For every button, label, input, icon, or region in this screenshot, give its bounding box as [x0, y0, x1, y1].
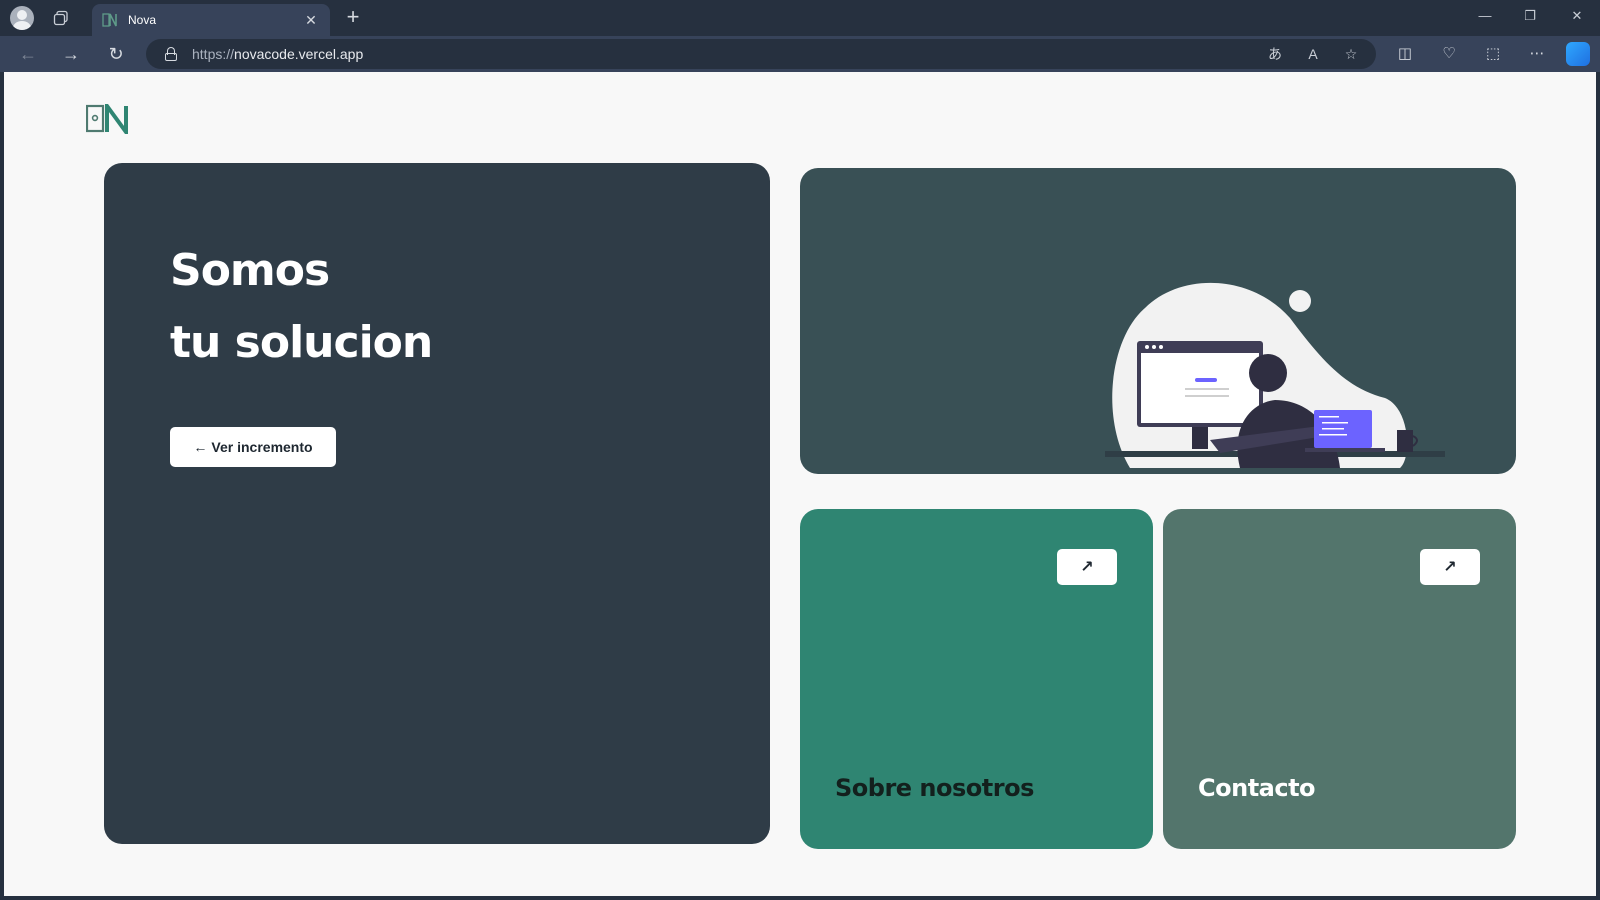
ver-incremento-button[interactable]: ← Ver incremento [170, 427, 336, 467]
copilot-icon[interactable] [1566, 42, 1590, 66]
about-card[interactable]: ↗ Sobre nosotros [800, 509, 1153, 849]
arrow-left-icon: ← [193, 439, 208, 455]
laptop-base [1305, 448, 1385, 452]
browser-tab-bar: Nova ✕ + — ❐ ✕ [0, 0, 1600, 36]
coffee-mug [1397, 430, 1413, 452]
back-arrow-icon[interactable]: ← [14, 41, 42, 67]
ver-incremento-label: Ver incremento [211, 439, 313, 455]
restore-icon[interactable]: ❐ [1515, 8, 1545, 28]
reload-icon[interactable]: ↻ [102, 41, 130, 67]
translate-icon[interactable]: あ [1260, 41, 1290, 67]
tab-title: Nova [128, 13, 157, 27]
moon-circle [1289, 290, 1311, 312]
hero-title-line-1: Somos [170, 245, 330, 296]
address-bar[interactable]: https://novacode.vercel.app あ A ☆ [146, 39, 1376, 69]
workspaces-icon[interactable] [48, 6, 74, 30]
more-icon[interactable]: ⋯ [1522, 41, 1552, 67]
contact-card[interactable]: ↗ Contacto [1163, 509, 1516, 849]
url-text[interactable]: https://novacode.vercel.app [192, 46, 1260, 62]
nova-favicon-icon [102, 12, 118, 28]
new-tab-icon[interactable]: + [340, 5, 366, 31]
close-tab-icon[interactable]: ✕ [302, 12, 320, 29]
monitor-stand [1192, 427, 1208, 449]
contact-card-label: Contacto [1198, 774, 1316, 802]
about-arrow-button[interactable]: ↗ [1057, 549, 1117, 585]
hero-title: Somos tu solucion [170, 235, 433, 379]
illustration-card [800, 168, 1516, 474]
contact-arrow-button[interactable]: ↗ [1420, 549, 1480, 585]
arrow-up-right-icon: ↗ [1080, 559, 1094, 576]
tab-nova[interactable]: Nova ✕ [92, 4, 330, 36]
profile-icon[interactable] [10, 6, 34, 30]
lock-icon[interactable] [164, 47, 178, 61]
arrow-up-right-icon: ↗ [1443, 559, 1457, 576]
hero-title-line-2: tu solucion [170, 317, 433, 368]
close-window-icon[interactable]: ✕ [1562, 8, 1592, 28]
screenshot-icon[interactable]: ⬚ [1478, 41, 1508, 67]
minimize-icon[interactable]: — [1470, 8, 1500, 28]
person-head [1249, 354, 1287, 392]
developer-illustration [1105, 282, 1445, 468]
page-viewport: Somos tu solucion ← Ver incremento ↗ Sob… [4, 72, 1596, 896]
about-card-label: Sobre nosotros [835, 774, 1034, 802]
nova-logo[interactable] [85, 99, 132, 139]
star-icon[interactable]: ☆ [1336, 41, 1366, 67]
browser-toolbar: ← → ↻ https://novacode.vercel.app あ A ☆ … [0, 36, 1600, 72]
read-aloud-icon[interactable]: A [1298, 41, 1328, 67]
forward-arrow-icon[interactable]: → [57, 41, 85, 67]
split-screen-icon[interactable]: ◫ [1390, 41, 1420, 67]
browser-essentials-icon[interactable]: ♡ [1434, 41, 1464, 67]
hero-card: Somos tu solucion ← Ver incremento [104, 163, 770, 844]
